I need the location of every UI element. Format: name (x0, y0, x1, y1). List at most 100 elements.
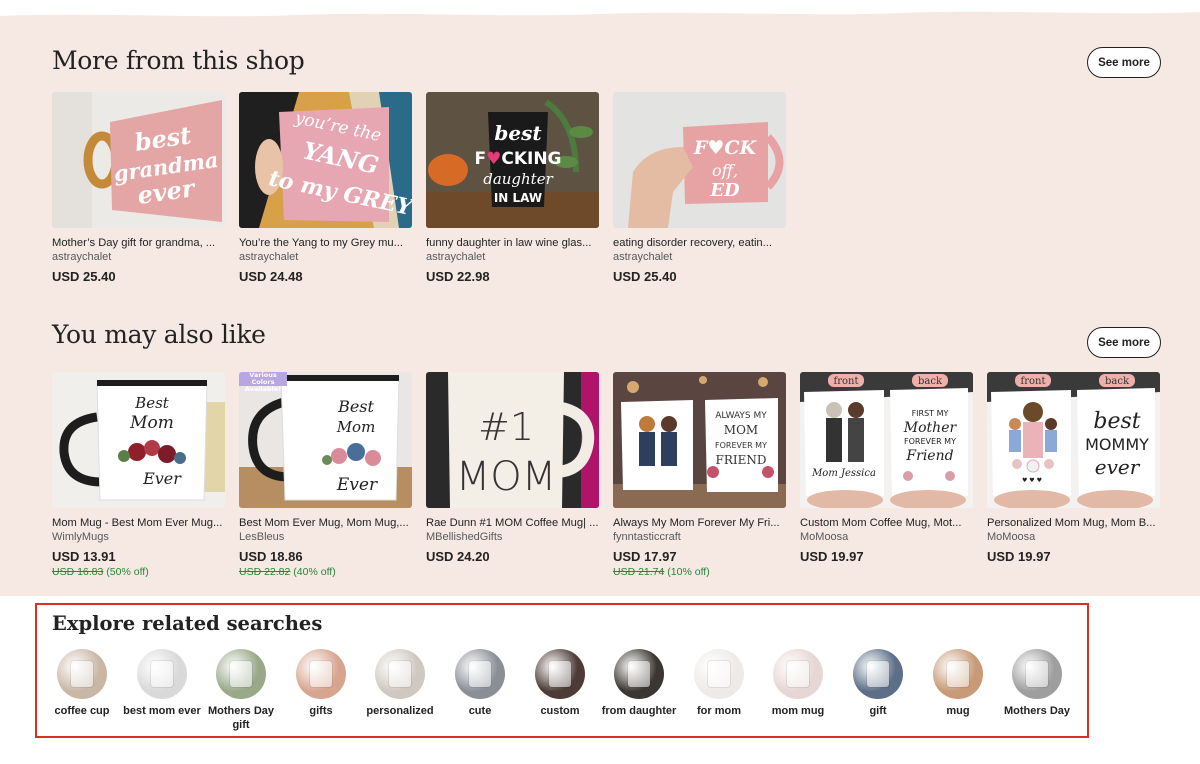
section-title-more-from-shop: More from this shop (52, 46, 305, 75)
listing-card[interactable]: F♥CK off, ED eating disorder recovery, e… (613, 92, 786, 285)
thumbnail-mug-shape (71, 661, 93, 687)
related-search-chip[interactable]: Mothers Day (997, 649, 1077, 718)
listing-image[interactable]: #1 MOM (426, 372, 599, 508)
svg-text:Mom: Mom (336, 418, 376, 436)
listing-image[interactable]: F♥CK off, ED (613, 92, 786, 228)
listing-card[interactable]: Mom Jessica FIRST MY Mother FOREVER MY F… (800, 372, 973, 565)
related-search-chip[interactable]: for mom (679, 649, 759, 718)
related-search-label[interactable]: from daughter (599, 704, 679, 718)
related-search-chip[interactable]: custom (520, 649, 600, 718)
listing-title[interactable]: Rae Dunn #1 MOM Coffee Mug| ... (426, 517, 599, 530)
related-search-thumbnail[interactable] (57, 649, 107, 699)
discount-percent: (50% off) (106, 566, 149, 578)
svg-text:FOREVER MY: FOREVER MY (715, 441, 767, 450)
listing-title[interactable]: Personalized Mom Mug, Mom B... (987, 517, 1160, 530)
svg-text:Best: Best (134, 394, 170, 412)
related-search-label[interactable]: gifts (281, 704, 361, 718)
listing-card[interactable]: #1 MOM Rae Dunn #1 MOM Coffee Mug| ... M… (426, 372, 599, 565)
listing-image[interactable]: you’re the YANG to my GREY (239, 92, 412, 228)
related-search-thumbnail[interactable] (933, 649, 983, 699)
listing-card[interactable]: Best Mom Ever Mom Mug - Best Mom Ever Mu… (52, 372, 225, 579)
explore-related-searches-title: Explore related searches (52, 612, 323, 635)
related-search-chip[interactable]: personalized (360, 649, 440, 718)
related-search-chip[interactable]: from daughter (599, 649, 679, 718)
related-search-chip[interactable]: mug (918, 649, 998, 718)
related-search-label[interactable]: custom (520, 704, 600, 718)
listing-card[interactable]: you’re the YANG to my GREY You’re the Ya… (239, 92, 412, 285)
listing-image[interactable]: best grandma ever (52, 92, 225, 228)
related-search-thumbnail[interactable] (455, 649, 505, 699)
shop-name: WimlyMugs (52, 531, 109, 543)
related-search-thumbnail[interactable] (296, 649, 346, 699)
related-search-chip[interactable]: coffee cup (42, 649, 122, 718)
see-more-button-recommended[interactable]: See more (1087, 327, 1161, 358)
related-search-thumbnail[interactable] (694, 649, 744, 699)
svg-text:♥ ♥ ♥: ♥ ♥ ♥ (1022, 477, 1042, 484)
related-search-chip[interactable]: Mothers Day gift (201, 649, 281, 732)
listing-price: USD 25.40 (613, 269, 677, 284)
related-search-chip[interactable]: mom mug (758, 649, 838, 718)
related-search-thumbnail[interactable] (1012, 649, 1062, 699)
listing-image[interactable]: best F♥CKING daughter IN LAW (426, 92, 599, 228)
listing-image[interactable]: ALWAYS MY MOM FOREVER MY FRIEND (613, 372, 786, 508)
related-search-thumbnail[interactable] (216, 649, 266, 699)
listing-card[interactable]: ALWAYS MY MOM FOREVER MY FRIEND Always M… (613, 372, 786, 579)
listing-image[interactable]: ♥ ♥ ♥ best MOMMY ever front back (987, 372, 1160, 508)
listing-title[interactable]: Mom Mug - Best Mom Ever Mug... (52, 517, 225, 530)
related-search-label[interactable]: Mothers Day (997, 704, 1077, 718)
related-search-chip[interactable]: gift (838, 649, 918, 718)
listing-title[interactable]: Mother’s Day gift for grandma, ... (52, 237, 225, 250)
related-search-label[interactable]: gift (838, 704, 918, 718)
listing-image[interactable]: Best Mom Ever (52, 372, 225, 508)
see-more-button-shop[interactable]: See more (1087, 47, 1161, 78)
svg-text:MOM: MOM (724, 423, 758, 437)
listing-card[interactable]: ♥ ♥ ♥ best MOMMY ever front back Persona… (987, 372, 1160, 565)
related-search-thumbnail[interactable] (137, 649, 187, 699)
listing-title[interactable]: funny daughter in law wine glas... (426, 237, 599, 250)
listing-price: USD 18.86 (239, 549, 303, 564)
listing-title[interactable]: eating disorder recovery, eatin... (613, 237, 786, 250)
listing-card[interactable]: Best Mom Ever Various Colors Available! … (239, 372, 412, 579)
listing-image[interactable]: Best Mom Ever Various Colors Available! (239, 372, 412, 508)
related-search-thumbnail[interactable] (614, 649, 664, 699)
related-search-thumbnail[interactable] (773, 649, 823, 699)
related-search-thumbnail[interactable] (375, 649, 425, 699)
related-search-chip[interactable]: gifts (281, 649, 361, 718)
listing-title[interactable]: Best Mom Ever Mug, Mom Mug,... (239, 517, 412, 530)
listing-price: USD 19.97 (800, 549, 864, 564)
related-search-thumbnail[interactable] (535, 649, 585, 699)
thumbnail-mug-shape (469, 661, 491, 687)
section-title-you-may-also-like: You may also like (52, 320, 266, 349)
listing-card[interactable]: best grandma ever Mother’s Day gift for … (52, 92, 225, 285)
related-search-label[interactable]: cute (440, 704, 520, 718)
svg-text:Mother: Mother (903, 420, 958, 436)
thumbnail-mug-shape (628, 661, 650, 687)
svg-text:off,: off, (712, 161, 738, 180)
related-search-label[interactable]: for mom (679, 704, 759, 718)
related-search-label[interactable]: mom mug (758, 704, 838, 718)
original-price: USD 16.83 (52, 566, 104, 578)
shop-name: astraychalet (52, 251, 112, 263)
listing-price: USD 25.40 (52, 269, 116, 284)
related-search-chip[interactable]: best mom ever (122, 649, 202, 718)
related-search-thumbnail[interactable] (853, 649, 903, 699)
related-search-label[interactable]: coffee cup (42, 704, 122, 718)
listing-image[interactable]: Mom Jessica FIRST MY Mother FOREVER MY F… (800, 372, 973, 508)
listing-title[interactable]: You’re the Yang to my Grey mu... (239, 237, 412, 250)
related-search-label[interactable]: personalized (360, 704, 440, 718)
listing-title[interactable]: Custom Mom Coffee Mug, Mot... (800, 517, 973, 530)
thumbnail-mug-shape (787, 661, 809, 687)
listing-title[interactable]: Always My Mom Forever My Fri... (613, 517, 786, 530)
related-search-label[interactable]: mug (918, 704, 998, 718)
discount-percent: (40% off) (293, 566, 336, 578)
listing-card[interactable]: best F♥CKING daughter IN LAW funny daugh… (426, 92, 599, 285)
listing-badge: Various Colors Available! (239, 372, 287, 393)
related-search-chip[interactable]: cute (440, 649, 520, 718)
related-search-label[interactable]: best mom ever (122, 704, 202, 718)
svg-text:best: best (1093, 409, 1140, 434)
svg-text:best: best (494, 121, 542, 145)
svg-text:daughter: daughter (483, 170, 553, 188)
svg-text:F♥CKING: F♥CKING (474, 149, 561, 169)
svg-text:ED: ED (709, 180, 740, 201)
related-search-label[interactable]: Mothers Day gift (201, 704, 281, 732)
